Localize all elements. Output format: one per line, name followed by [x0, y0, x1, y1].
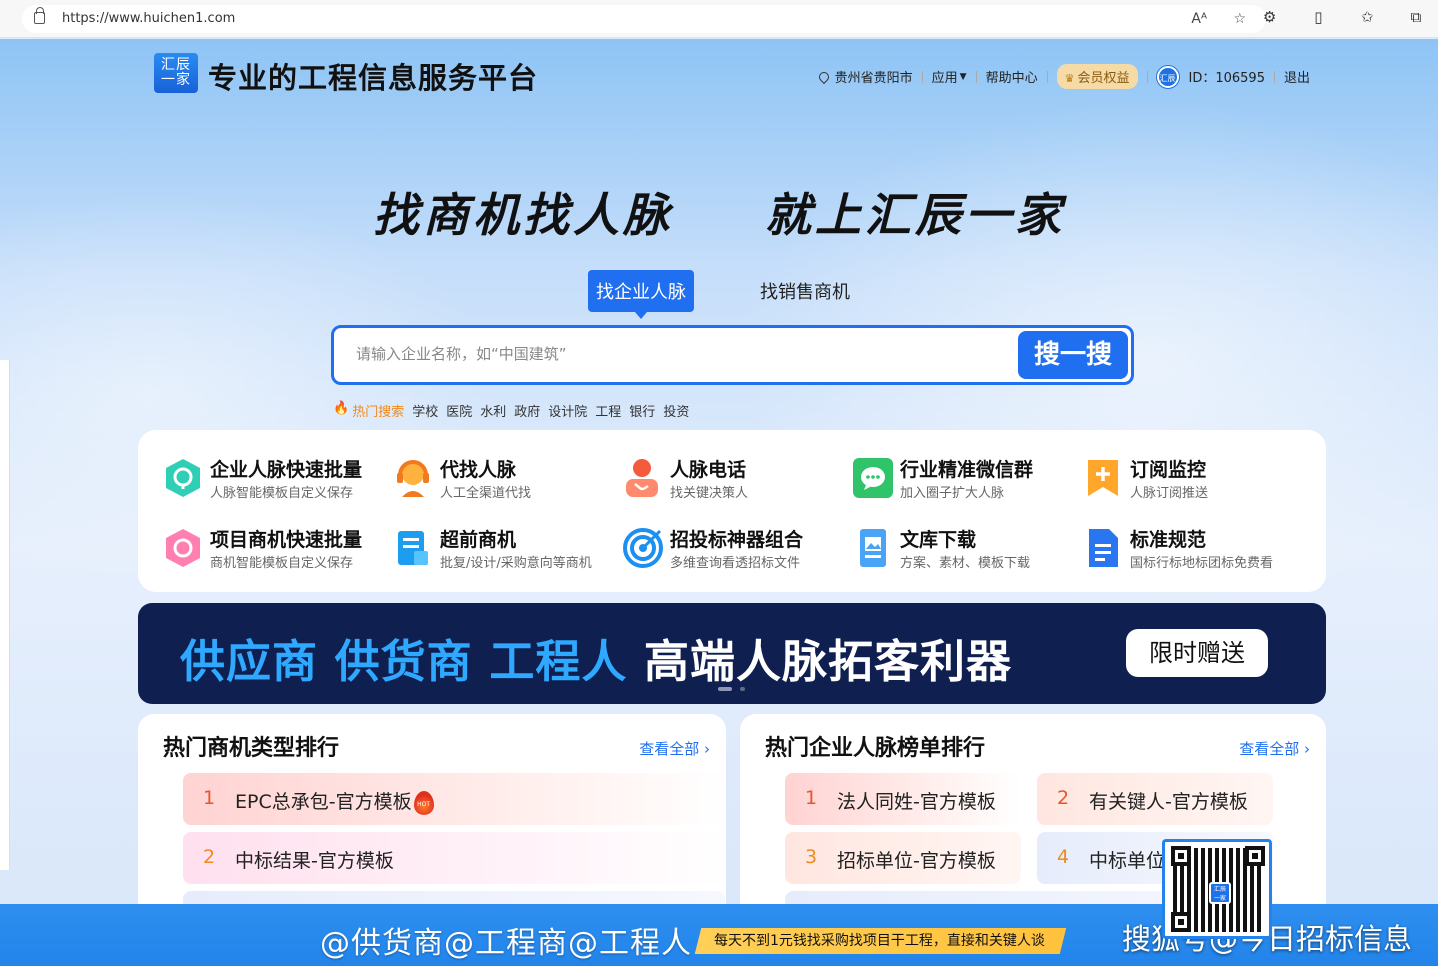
- overlay-slogan-badge: 每天不到1元钱找采购找项目干工程，直接和关键人谈: [694, 928, 1067, 954]
- split-screen-icon[interactable]: ▯: [1296, 8, 1340, 26]
- bookmark-plus-icon: [1088, 460, 1118, 496]
- view-all-link[interactable]: 查看全部 ›: [1239, 738, 1310, 759]
- document-standard-icon: [1089, 529, 1118, 567]
- qr-code[interactable]: 汇辰 一家: [1162, 839, 1272, 939]
- help-center-link[interactable]: 帮助中心: [977, 67, 1047, 86]
- hexagon-pink-icon: [166, 529, 200, 567]
- hot-search-label: 热门搜索: [352, 405, 405, 420]
- carousel-dot[interactable]: [740, 687, 745, 691]
- chevron-right-icon: ›: [704, 740, 710, 758]
- top-nav: 贵州省贵阳市 应用 ▼ 帮助中心 ♛ 会员权益 汇辰 ID：106595 退出: [810, 64, 1310, 89]
- vip-benefits-button[interactable]: ♛ 会员权益: [1048, 64, 1147, 89]
- feature-bidding-toolkit[interactable]: 招投标神器组合 多维查询看透招标文件: [622, 525, 852, 575]
- document-building-icon: [398, 531, 428, 565]
- phone-contact-icon: [626, 459, 658, 497]
- feature-project-batch[interactable]: 项目商机快速批量 商机智能模板自定义保存: [162, 525, 392, 575]
- feature-contact-phone[interactable]: 人脉电话 找关键决策人: [622, 455, 852, 505]
- hot-keyword[interactable]: 学校: [412, 401, 438, 420]
- hot-keyword[interactable]: 政府: [514, 401, 540, 420]
- user-info[interactable]: 汇辰 ID：106595: [1148, 65, 1274, 88]
- file-library-icon: [860, 529, 886, 567]
- address-bar[interactable]: https://www.huichen1.com Aᴬ ☆: [22, 5, 1266, 33]
- list-item[interactable]: 2 中标结果-官方模板: [183, 832, 725, 884]
- chevron-right-icon: ›: [1304, 740, 1310, 758]
- logout-link[interactable]: 退出: [1275, 67, 1310, 86]
- apps-menu[interactable]: 应用 ▼: [923, 67, 976, 86]
- location-pin-icon: [816, 69, 831, 84]
- carousel-dots[interactable]: [718, 687, 745, 691]
- location-selector[interactable]: 贵州省贵阳市: [810, 67, 922, 86]
- overlay-tagline: @供货商@工程商@工程人: [320, 926, 692, 961]
- collections-icon[interactable]: ⧉: [1394, 8, 1438, 26]
- list-item[interactable]: 3 招标单位-官方模板: [785, 832, 1021, 884]
- limited-gift-button[interactable]: 限时赠送: [1126, 629, 1268, 677]
- feature-subscription-monitor[interactable]: 订阅监控 人脉订阅推送: [1082, 455, 1312, 505]
- hero-slogan: 找商机找人脉 就上汇辰一家: [372, 188, 1065, 242]
- feature-agent-search[interactable]: 代找人脉 人工全渠道代找: [392, 455, 622, 505]
- hot-searches: 🔥 热门搜索 学校 医院 水利 政府 设计院 工程 银行 投资: [333, 401, 697, 420]
- hot-keyword[interactable]: 水利: [480, 401, 506, 420]
- feature-advance-opportunities[interactable]: 超前商机 批复/设计/采购意向等商机: [392, 525, 622, 575]
- hot-keyword[interactable]: 投资: [663, 401, 689, 420]
- feature-wechat-groups[interactable]: 行业精准微信群 加入圈子扩大人脉: [852, 455, 1082, 505]
- hot-fire-icon: HOT: [413, 790, 434, 815]
- site-logo[interactable]: 汇辰 一家: [154, 53, 198, 93]
- panel-title: 热门企业人脉榜单排行: [765, 736, 986, 761]
- target-icon: [623, 528, 663, 568]
- favorite-star-icon[interactable]: ☆: [1233, 11, 1246, 27]
- list-item[interactable]: 2 有关键人-官方模板: [1037, 773, 1273, 825]
- lock-icon[interactable]: [34, 7, 45, 24]
- headset-agent-icon: [397, 460, 429, 497]
- promo-banner[interactable]: 供应商 供货商 工程人 高端人脉拓客利器 限时赠送: [138, 603, 1326, 704]
- feature-enterprise-batch[interactable]: 企业人脉快速批量 人脉智能模板自定义保存: [162, 455, 392, 505]
- flame-icon: 🔥: [333, 401, 350, 416]
- page: 汇辰 一家 专业的工程信息服务平台 贵州省贵阳市 应用 ▼ 帮助中心 ♛ 会员权益…: [0, 39, 1438, 966]
- tab-find-opportunities[interactable]: 找销售商机: [760, 278, 850, 304]
- crown-icon: ♛: [1064, 72, 1075, 85]
- qr-logo: 汇辰 一家: [1209, 882, 1231, 904]
- read-aloud-icon[interactable]: Aᴬ: [1191, 11, 1207, 27]
- banner-highlight: 供应商 供货商 工程人: [180, 635, 628, 688]
- feature-library-download[interactable]: 文库下载 方案、素材、模板下载: [852, 525, 1082, 575]
- view-all-link[interactable]: 查看全部 ›: [639, 738, 710, 759]
- search-tabs: 找企业人脉 找销售商机: [588, 270, 850, 319]
- extensions-icon[interactable]: ⚙: [1248, 8, 1292, 26]
- hot-keyword[interactable]: 设计院: [548, 401, 587, 420]
- panel-title: 热门商机类型排行: [163, 736, 340, 761]
- favorites-icon[interactable]: ✩: [1345, 8, 1389, 26]
- wechat-icon: [853, 458, 893, 498]
- url-text[interactable]: https://www.huichen1.com: [62, 11, 235, 26]
- list-item[interactable]: 1 法人同姓-官方模板: [785, 773, 1021, 825]
- search-input[interactable]: [356, 345, 996, 363]
- site-title: 专业的工程信息服务平台: [208, 61, 539, 95]
- search-box: 搜一搜: [331, 325, 1134, 385]
- feature-grid: 企业人脉快速批量 人脉智能模板自定义保存 代找人脉 人工全渠道代找 人脉电话 找…: [138, 430, 1326, 592]
- list-item[interactable]: 1 EPC总承包-官方模板 HOT: [183, 773, 725, 825]
- caret-down-icon: ▼: [959, 71, 967, 82]
- left-side-panel[interactable]: [0, 360, 10, 870]
- browser-toolbar: https://www.huichen1.com Aᴬ ☆ ⚙ ▯ ✩ ⧉: [0, 0, 1438, 38]
- user-id: ID：106595: [1188, 71, 1265, 86]
- hot-keyword[interactable]: 工程: [595, 401, 621, 420]
- hot-keyword[interactable]: 医院: [446, 401, 472, 420]
- avatar[interactable]: 汇辰: [1156, 65, 1179, 88]
- hot-keyword[interactable]: 银行: [629, 401, 655, 420]
- tab-find-contacts[interactable]: 找企业人脉: [588, 270, 694, 319]
- hexagon-teal-icon: [166, 459, 200, 497]
- search-button[interactable]: 搜一搜: [1018, 331, 1128, 379]
- carousel-dot-active[interactable]: [718, 687, 732, 691]
- banner-text: 高端人脉拓客利器: [644, 635, 1013, 688]
- feature-standards[interactable]: 标准规范 国标行标地标团标免费看: [1082, 525, 1312, 575]
